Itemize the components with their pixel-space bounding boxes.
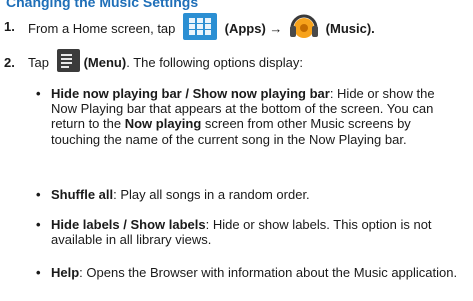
option-term: Now playing bbox=[124, 116, 202, 132]
step-text-part: Tap bbox=[28, 55, 49, 70]
step-text: Tap (Menu). The following options displa… bbox=[28, 49, 304, 73]
option-term: Hide labels / Show labels bbox=[51, 217, 206, 232]
step-text-part: . The following options display: bbox=[126, 55, 304, 70]
bullet-dot: • bbox=[36, 217, 41, 232]
list-item: • Shuffle all: Play all songs in a rando… bbox=[36, 187, 463, 202]
list-item: • Hide now playing bar / Show now playin… bbox=[36, 86, 463, 147]
option-term: Hide now playing bar / Show now playing … bbox=[51, 86, 330, 101]
menu-icon bbox=[56, 49, 80, 73]
bullet-dot: • bbox=[36, 265, 41, 280]
bullet-dot: • bbox=[36, 187, 41, 202]
step-text-part: (Apps) → bbox=[224, 20, 283, 36]
step-text-part: (Menu) bbox=[83, 55, 127, 70]
list-item: • Hide labels / Show labels: Hide or sho… bbox=[36, 217, 463, 247]
option-desc: : Opens the Browser with information abo… bbox=[79, 265, 458, 280]
option-term: Help bbox=[51, 265, 80, 280]
apps-icon bbox=[183, 13, 218, 40]
option-desc: : Play all songs in a random order. bbox=[113, 187, 310, 202]
bullet-dot: • bbox=[36, 86, 41, 101]
music-icon bbox=[290, 14, 319, 38]
step-number: 1. bbox=[4, 19, 15, 34]
option-term: Shuffle all bbox=[51, 187, 114, 202]
step-text-part: (Music). bbox=[325, 20, 375, 36]
step-text-part: From a Home screen, tap bbox=[28, 20, 176, 36]
section-heading: Changing the Music Settings bbox=[6, 0, 199, 10]
step-number: 2. bbox=[4, 55, 15, 70]
step-text: From a Home screen, tap (Apps) → (Music)… bbox=[28, 13, 375, 40]
list-item: • Help: Opens the Browser with informati… bbox=[36, 265, 463, 280]
